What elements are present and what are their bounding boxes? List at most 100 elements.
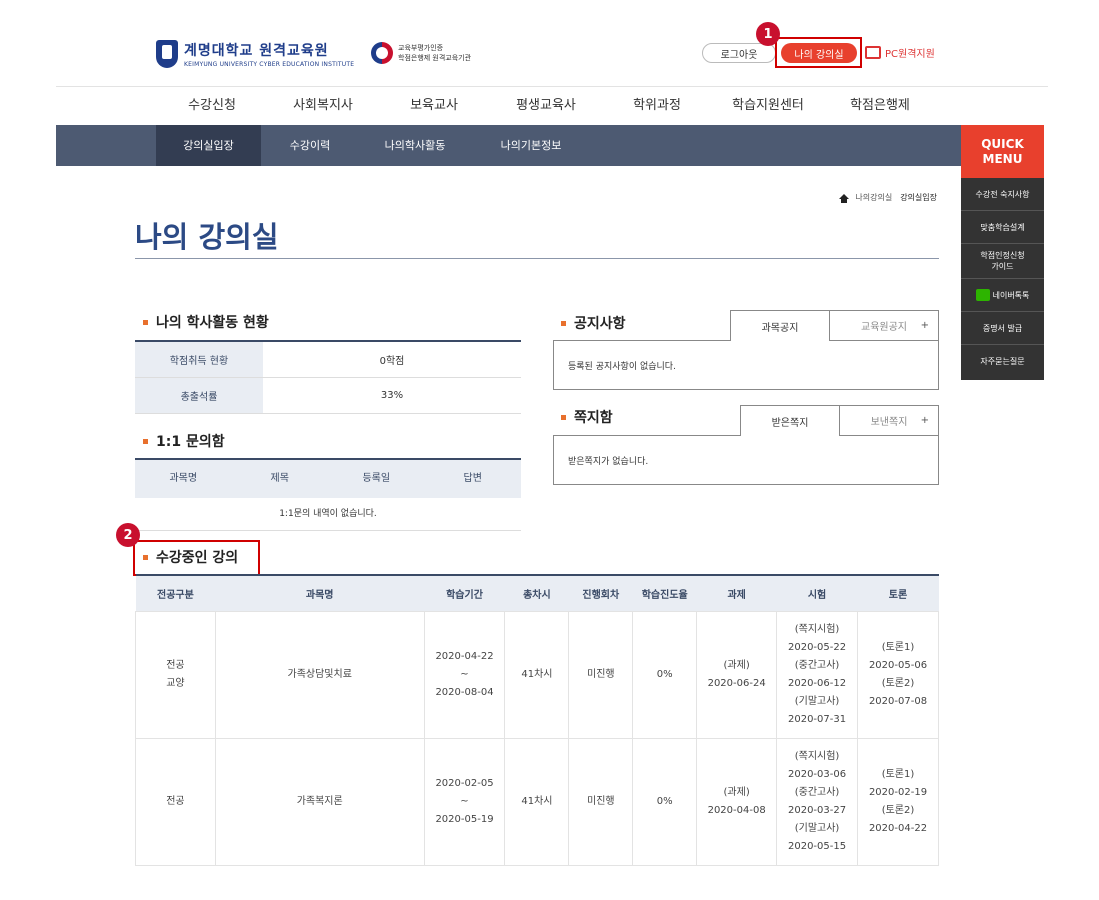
quick-item-custom-plan[interactable]: 맞춤학습설계 (961, 211, 1044, 244)
course-name[interactable]: 가족상담및치료 (214, 610, 425, 739)
nav-item-degree-course[interactable]: 학위과정 (633, 87, 681, 125)
quick-item-certificate[interactable]: 증명서 발급 (961, 312, 1044, 345)
table-row[interactable]: 전공 교양 가족상담및치료 2020-04-22 ~ 2020-08-04 41… (135, 610, 939, 739)
table-row: 총출석률 33% (135, 378, 521, 414)
exam-date: 2020-03-27 (787, 804, 847, 816)
tab-institute-notice[interactable]: 교육원공지 + (829, 310, 939, 341)
exam-label: (기말고사) (794, 695, 840, 707)
message-panel: 받은쪽지가 없습니다. (553, 435, 939, 485)
notice-section-title: 공지사항 (561, 313, 626, 333)
discussion-date: 2020-05-06 (868, 659, 928, 671)
quick-item-naver-talk[interactable]: 네이버톡톡 (961, 279, 1044, 312)
tab-sent-message-label: 보낸쪽지 (870, 417, 908, 428)
breadcrumb-parent[interactable]: 나의강의실 (855, 192, 892, 203)
course-progress-session: 미진행 (568, 610, 634, 739)
title-divider (135, 258, 939, 259)
course-exam-cell: (쪽지시험) 2020-03-06 (중간고사) 2020-03-27 (기말고… (776, 737, 858, 866)
cert-line-1: 교육부평가인증 (398, 44, 444, 52)
quick-item-credit-guide-line-2: 가이드 (991, 262, 1014, 271)
tab-course-notice[interactable]: 과목공지 (730, 310, 830, 341)
quick-item-credit-guide[interactable]: 학점인정신청 가이드 (961, 244, 1044, 279)
column-header: 등록일 (362, 473, 391, 484)
course-start-date: 2020-04-22 (435, 650, 494, 662)
inquiry-empty-message: 1:1문의 내역이 없습니다. (135, 498, 521, 531)
task-date: 2020-04-08 (707, 804, 766, 816)
table-row[interactable]: 전공 가족복지론 2020-02-05 ~ 2020-05-19 41차시 미진… (135, 737, 939, 866)
nav-item-lifelong-educator[interactable]: 평생교육사 (516, 87, 576, 125)
course-type-cell: 전공 (135, 737, 216, 866)
bullet-square-icon (143, 319, 148, 325)
notice-section-label: 공지사항 (574, 316, 626, 332)
message-section-title: 쪽지함 (561, 407, 613, 427)
course-period-separator: ~ (460, 795, 469, 807)
site-logo[interactable]: 계명대학교 원격교육원 KEIMYUNG UNIVERSITY CYBER ED… (156, 40, 354, 68)
inquiry-table-header: 과목명 제목 등록일 답변 (135, 460, 521, 498)
logo-subtitle: KEIMYUNG UNIVERSITY CYBER EDUCATION INST… (184, 61, 355, 68)
column-header: 총차시 (504, 575, 569, 611)
course-name[interactable]: 가족복지론 (214, 737, 425, 866)
task-label: (과제) (723, 659, 750, 671)
column-header: 진행회차 (568, 575, 633, 611)
academic-table: 학점취득 현황 0학점 총출석률 33% (135, 340, 521, 414)
column-header: 학습기간 (424, 575, 505, 611)
subnav-item-history[interactable]: 수강이력 (261, 125, 359, 166)
column-header: 전공구분 (135, 575, 216, 611)
nav-item-credit-bank[interactable]: 학점은행제 (850, 87, 910, 125)
quick-menu: QUICK MENU 수강전 숙지사항 맞춤학습설계 학점인정신청 가이드 네이… (961, 125, 1044, 380)
course-task-cell: (과제) 2020-04-08 (696, 737, 778, 866)
breadcrumb: 나의강의실 강의실입장 (839, 192, 937, 203)
course-total-sessions: 41차시 (504, 737, 570, 866)
quick-item-faq[interactable]: 자주묻는질문 (961, 345, 1044, 378)
course-type: 교양 (166, 677, 185, 689)
task-label: (과제) (723, 786, 750, 798)
step-badge-2: 2 (116, 523, 140, 547)
university-emblem-icon (156, 40, 178, 68)
tab-received-message[interactable]: 받은쪽지 (740, 405, 840, 436)
quick-menu-title: QUICK MENU (961, 125, 1044, 178)
attendance-value: 33% (380, 390, 404, 401)
taegeuk-icon (371, 42, 393, 64)
column-header: 답변 (463, 473, 482, 484)
quick-item-naver-talk-label: 네이버톡톡 (992, 290, 1030, 300)
quick-item-precautions[interactable]: 수강전 숙지사항 (961, 178, 1044, 211)
column-header: 과목명 (169, 473, 198, 484)
course-period-cell: 2020-02-05 ~ 2020-05-19 (423, 737, 506, 866)
column-header: 과제 (696, 575, 777, 611)
subnav-item-enter-class[interactable]: 강의실입장 (156, 125, 261, 166)
exam-label: (기말고사) (794, 822, 840, 834)
nav-item-course-registration[interactable]: 수강신청 (188, 87, 236, 125)
subnav-item-academic-activity[interactable]: 나의학사활동 (359, 125, 471, 166)
attendance-label: 총출석률 (135, 378, 263, 413)
task-date: 2020-06-24 (707, 677, 766, 689)
tab-sent-message[interactable]: 보낸쪽지 + (839, 405, 939, 436)
course-type-cell: 전공 교양 (135, 610, 216, 739)
nav-item-childcare-teacher[interactable]: 보육교사 (410, 87, 458, 125)
academic-section-label: 나의 학사활동 현황 (156, 315, 269, 331)
course-task-cell: (과제) 2020-06-24 (696, 610, 778, 739)
subnav-item-basic-info[interactable]: 나의기본정보 (471, 125, 591, 166)
exam-label: (중간고사) (794, 659, 840, 671)
courses-section-title: 수강중인 강의 (143, 547, 238, 567)
home-icon[interactable] (839, 194, 850, 203)
credit-status-label: 학점취득 현황 (135, 342, 263, 377)
table-row: 학점취득 현황 0학점 (135, 342, 521, 378)
course-type: 전공 (166, 795, 185, 807)
inquiry-section-label: 1:1 문의함 (156, 434, 225, 450)
exam-label: (쪽지시험) (794, 750, 840, 762)
notice-more-icon[interactable]: + (921, 320, 929, 331)
pc-remote-support-link[interactable]: PC원격지원 (865, 45, 935, 60)
inquiry-section-title: 1:1 문의함 (143, 431, 225, 451)
bullet-square-icon (143, 438, 148, 444)
discussion-date: 2020-07-08 (868, 695, 928, 707)
discussion-label: (토론1) (881, 641, 915, 653)
my-class-button[interactable]: 나의 강의실 (781, 43, 857, 63)
exam-date: 2020-05-22 (787, 641, 847, 653)
sub-nav: 강의실입장 수강이력 나의학사활동 나의기본정보 (56, 125, 961, 166)
discussion-date: 2020-04-22 (868, 822, 928, 834)
nav-item-social-worker[interactable]: 사회복지사 (293, 87, 353, 125)
nav-item-learning-center[interactable]: 학습지원센터 (732, 87, 804, 125)
column-header: 토론 (857, 575, 939, 611)
message-empty-message: 받은쪽지가 없습니다. (568, 456, 649, 467)
logout-button[interactable]: 로그아웃 (702, 43, 776, 63)
message-more-icon[interactable]: + (921, 415, 929, 426)
